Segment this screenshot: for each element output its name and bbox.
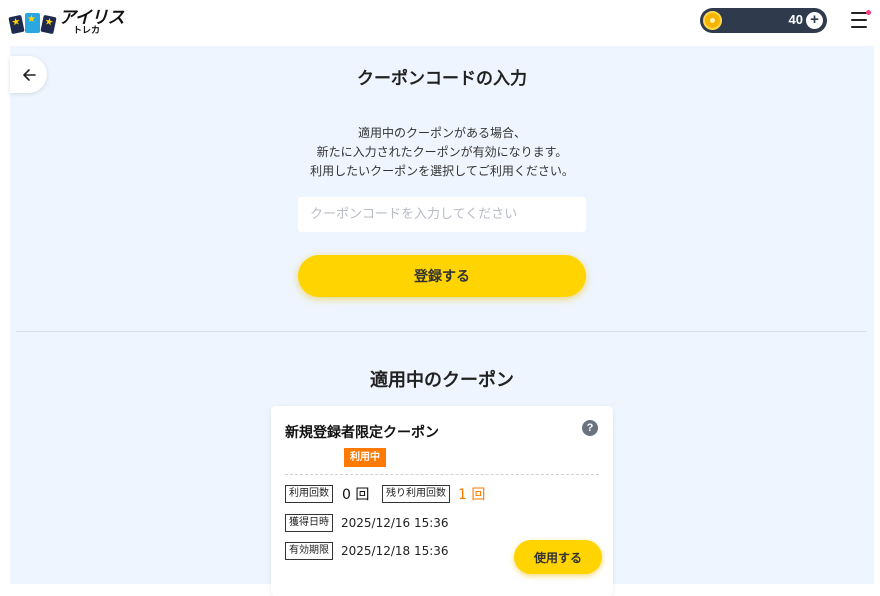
coin-balance[interactable]: 40 + [700, 8, 827, 33]
app-logo[interactable]: ★ ★ ★ アイリス トレカ [8, 8, 125, 38]
logo-subtitle: トレカ [73, 26, 101, 36]
remaining-count-value: 1 回 [458, 487, 486, 503]
hamburger-menu-icon[interactable] [851, 10, 871, 30]
coupon-code-title: クーポンコードの入力 [357, 69, 527, 89]
use-coupon-button[interactable]: 使用する [514, 540, 602, 574]
coupon-panel: クーポンコードの入力 適用中のクーポンがある場合、 新たに入力されたクーポンが有… [10, 46, 874, 596]
coupon-name: 新規登録者限定クーポン [285, 425, 439, 441]
expiry-date-value: 2025/12/18 15:36 [341, 544, 449, 558]
acquired-date-value: 2025/12/16 15:36 [341, 516, 449, 530]
used-count-label: 利用回数 [285, 485, 333, 503]
register-button[interactable]: 登録する [298, 255, 586, 297]
coin-count: 40 [788, 12, 803, 27]
status-badge: 利用中 [344, 448, 386, 467]
description-line: 利用したいクーポンを選択してご利用ください。 [310, 164, 574, 178]
question-circle-icon[interactable]: ? [582, 420, 598, 436]
used-count-value: 0 回 [342, 487, 370, 503]
card-divider [285, 474, 599, 475]
coupon-code-description: 適用中のクーポンがある場合、 新たに入力されたクーポンが有効になります。 利用し… [10, 124, 874, 181]
cards-logo-icon: ★ ★ ★ [8, 13, 57, 35]
coin-icon [703, 11, 722, 30]
expiry-date-label: 有効期限 [285, 542, 333, 560]
description-line: 適用中のクーポンがある場合、 [357, 126, 526, 140]
coupon-code-input[interactable] [298, 197, 586, 232]
coupon-card: 新規登録者限定クーポン ? 利用中 利用回数 0 回 残り利用回数 1 回 獲得… [271, 406, 613, 596]
remaining-count-label: 残り利用回数 [382, 485, 450, 503]
section-divider [16, 331, 866, 332]
notification-dot [866, 10, 871, 15]
add-coin-button[interactable]: + [806, 12, 823, 29]
description-line: 新たに入力されたクーポンが有効になります。 [316, 145, 568, 159]
acquired-date-label: 獲得日時 [285, 514, 333, 532]
active-coupons-title: 適用中のクーポン [370, 370, 514, 391]
logo-title: アイリス [59, 8, 125, 28]
app-header: ★ ★ ★ アイリス トレカ 40 + [0, 0, 880, 46]
